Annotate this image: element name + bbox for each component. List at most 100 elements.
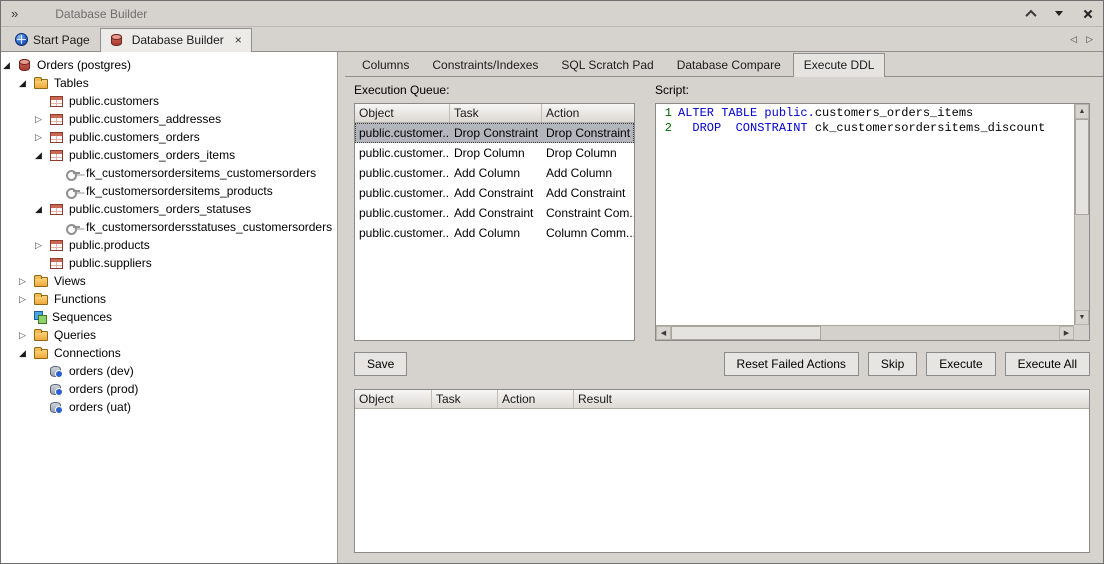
tree-item-label: orders (dev)	[67, 364, 134, 378]
tab-start-page[interactable]: Start Page	[5, 27, 100, 51]
expander-icon[interactable]	[19, 74, 34, 92]
window-title: Database Builder	[55, 7, 147, 21]
queue-row[interactable]: public.customer... Add Constraint Constr…	[355, 203, 634, 223]
save-button[interactable]: Save	[354, 352, 407, 376]
sql-script-editor[interactable]: 1 ALTER TABLE public. customers_orders_i…	[655, 103, 1090, 341]
tab-execute-ddl[interactable]: Execute DDL	[793, 53, 886, 77]
skip-button[interactable]: Skip	[868, 352, 917, 376]
expander-icon[interactable]	[19, 272, 34, 290]
tab-sql-scratch-pad[interactable]: SQL Scratch Pad	[550, 52, 664, 76]
tree-item-label: fk_customersordersitems_customersorders	[84, 166, 316, 180]
tree-item-public-customers-addresses[interactable]: public.customers_addresses	[1, 110, 337, 128]
tree-item-public-customers-orders[interactable]: public.customers_orders	[1, 128, 337, 146]
expander-icon[interactable]	[35, 110, 50, 128]
sql-identifier: ck_customersordersitems_discount	[808, 121, 1046, 136]
queue-row[interactable]: public.customer... Drop Column Drop Colu…	[355, 143, 634, 163]
queue-header-task[interactable]: Task	[450, 104, 542, 122]
scroll-up-icon[interactable]	[1075, 104, 1089, 119]
script-label: Script:	[655, 83, 1090, 99]
queue-cell-action: Drop Column	[542, 146, 634, 160]
tab-nav-left-icon[interactable]: ◁	[1070, 34, 1077, 45]
tab-constraints-indexes[interactable]: Constraints/Indexes	[421, 52, 549, 76]
scroll-down-icon[interactable]	[1075, 310, 1089, 325]
scroll-right-icon[interactable]	[1059, 326, 1074, 340]
expander-icon[interactable]	[19, 290, 34, 308]
reset-failed-actions-button[interactable]: Reset Failed Actions	[724, 352, 859, 376]
results-header-action[interactable]: Action	[498, 390, 574, 408]
schema-tree: Orders (postgres) Tables public.customer…	[1, 52, 338, 563]
tree-item-orders-uat[interactable]: orders (uat)	[1, 398, 337, 416]
tree-item-views[interactable]: Views	[1, 272, 337, 290]
tree-item-public-customers[interactable]: public.customers	[1, 92, 337, 110]
tree-item-tables[interactable]: Tables	[1, 74, 337, 92]
tree-item-public-customers-orders-statuses[interactable]: public.customers_orders_statuses	[1, 200, 337, 218]
scroll-left-icon[interactable]	[656, 326, 671, 340]
tree-item-public-customers-orders-items[interactable]: public.customers_orders_items	[1, 146, 337, 164]
queue-cell-task: Drop Constraint	[450, 126, 542, 140]
tree-item-public-products[interactable]: public.products	[1, 236, 337, 254]
tree-item-fk-customersordersstatuses-customersorders[interactable]: fk_customersordersstatuses_customersorde…	[1, 218, 337, 236]
queue-row[interactable]: public.customer... Add Column Column Com…	[355, 223, 634, 243]
window-menu-icon[interactable]	[1055, 11, 1063, 16]
tree-item-label: public.customers_addresses	[67, 112, 221, 126]
results-header-result[interactable]: Result	[574, 390, 1089, 408]
queue-cell-action: Add Constraint	[542, 186, 634, 200]
script-horizontal-scrollbar[interactable]	[656, 325, 1074, 340]
tree-item-queries[interactable]: Queries	[1, 326, 337, 344]
queue-row[interactable]: public.customer... Drop Constraint Drop …	[355, 123, 634, 143]
code-line: 1 ALTER TABLE public. customers_orders_i…	[656, 106, 1074, 121]
tab-columns[interactable]: Columns	[351, 52, 420, 76]
expander-icon[interactable]	[35, 236, 50, 254]
expander-icon[interactable]	[35, 128, 50, 146]
queue-header-object[interactable]: Object	[355, 104, 450, 122]
tab-database-builder[interactable]: Database Builder ×	[100, 28, 252, 52]
table-icon	[50, 150, 63, 161]
expander-icon[interactable]	[35, 200, 50, 218]
script-vertical-scrollbar[interactable]	[1074, 104, 1089, 325]
tree-item-label: Sequences	[50, 310, 112, 324]
execute-all-button[interactable]: Execute All	[1005, 352, 1090, 376]
results-body	[355, 409, 1089, 552]
results-header-row: Object Task Action Result	[355, 390, 1089, 409]
results-header-object[interactable]: Object	[355, 390, 432, 408]
results-header-task[interactable]: Task	[432, 390, 498, 408]
connection-icon	[50, 366, 61, 377]
table-icon	[50, 258, 63, 269]
expander-icon[interactable]	[19, 344, 34, 362]
code-area[interactable]: 1 ALTER TABLE public. customers_orders_i…	[656, 104, 1074, 325]
execute-button[interactable]: Execute	[926, 352, 995, 376]
queue-row[interactable]: public.customer... Add Column Add Column	[355, 163, 634, 183]
vertical-scrollbar-thumb[interactable]	[1075, 119, 1089, 215]
queue-row[interactable]: public.customer... Add Constraint Add Co…	[355, 183, 634, 203]
execution-queue-label: Execution Queue:	[354, 83, 635, 99]
tree-item-orders-dev[interactable]: orders (dev)	[1, 362, 337, 380]
close-tab-icon[interactable]: ×	[235, 34, 242, 46]
queue-header-action[interactable]: Action	[542, 104, 634, 122]
tree-item-fk-customersordersitems-customersorders[interactable]: fk_customersordersitems_customersorders	[1, 164, 337, 182]
horizontal-scrollbar-thumb[interactable]	[671, 326, 821, 340]
close-window-icon[interactable]	[1083, 9, 1093, 19]
tab-nav-right-icon[interactable]: ▷	[1086, 34, 1093, 45]
tree-item-orders-prod[interactable]: orders (prod)	[1, 380, 337, 398]
tree-item-label: fk_customersordersitems_products	[84, 184, 273, 198]
title-bar: » Database Builder	[1, 1, 1103, 27]
expander-icon[interactable]	[35, 146, 50, 164]
panel-splitter[interactable]	[338, 52, 345, 563]
expander-icon[interactable]	[19, 326, 34, 344]
folder-icon	[34, 277, 48, 287]
expander-icon[interactable]	[3, 56, 18, 74]
tree-item-fk-customersordersitems-products[interactable]: fk_customersordersitems_products	[1, 182, 337, 200]
line-number: 2	[656, 121, 678, 136]
tree-item-connections[interactable]: Connections	[1, 344, 337, 362]
tree-item-sequences[interactable]: Sequences	[1, 308, 337, 326]
main-area: Orders (postgres) Tables public.customer…	[1, 52, 1103, 563]
tree-item-functions[interactable]: Functions	[1, 290, 337, 308]
tab-database-compare[interactable]: Database Compare	[666, 52, 792, 76]
panel-chevrons-icon[interactable]: »	[11, 6, 19, 21]
collapse-panel-icon[interactable]	[1025, 9, 1036, 20]
tab-database-builder-label: Database Builder	[132, 33, 224, 47]
tree-item-orders-postgres[interactable]: Orders (postgres)	[1, 56, 337, 74]
queue-cell-task: Add Column	[450, 226, 542, 240]
tree-item-public-suppliers[interactable]: public.suppliers	[1, 254, 337, 272]
execute-ddl-content: Execution Queue: Object Task Action publ…	[345, 77, 1103, 563]
